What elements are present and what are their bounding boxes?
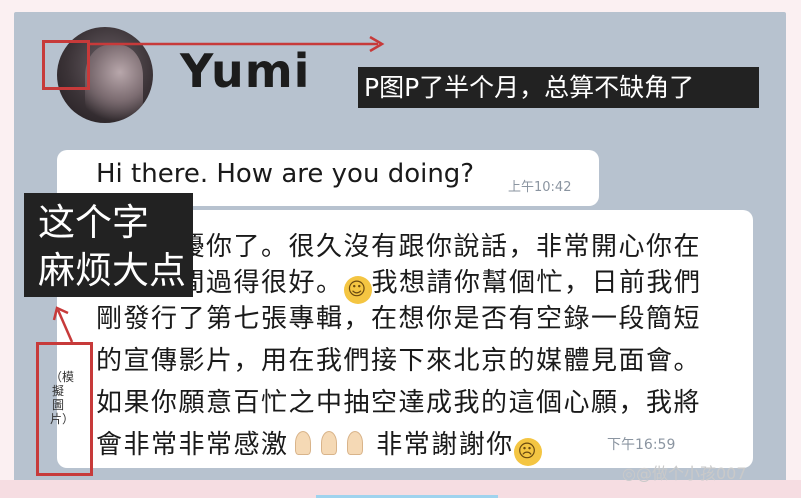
annotation-arrow-left	[52, 306, 74, 343]
message-line: 的宣傳影片，用在我們接下來北京的媒體見面會。	[96, 346, 702, 376]
message-text-1: Hi there. How are you doing?	[96, 159, 475, 189]
message-line: 如果你願意百忙之中抽空達成我的這個心願，我將	[96, 388, 702, 418]
caption-left-line-2: 麻烦大点	[38, 249, 186, 292]
praying-hands-emoji-icon	[289, 429, 315, 457]
message-time-2: 下午16:59	[607, 437, 676, 453]
message-line: 會非常非常感激 非常謝謝你 ☹	[96, 424, 542, 466]
caption-top: P图P了半个月，总算不缺角了	[358, 67, 759, 108]
praying-hands-emoji-icon	[315, 429, 341, 457]
annotation-arrow-top	[90, 36, 385, 53]
message-line-part: 非常謝謝你	[376, 430, 514, 460]
watermark: ◎@做个小孩007	[622, 460, 747, 484]
crying-emoji-icon: ☹	[513, 438, 542, 466]
message-line-part: 會非常非常感激	[96, 430, 289, 460]
watermark-text: @做个小孩007	[635, 464, 747, 483]
message-line: 剛發行了第七張專輯，在想你是否有空錄一段簡短	[96, 304, 702, 334]
annotation-box-avatar	[42, 40, 90, 90]
praying-hands-emoji-icon	[341, 429, 367, 457]
message-time-1: 上午10:42	[508, 180, 572, 195]
weibo-icon: ◎	[622, 464, 636, 483]
side-label: （模擬圖片）	[50, 370, 75, 426]
caption-left-line-1: 这个字	[38, 201, 149, 244]
caption-left: 这个字 麻烦大点	[24, 193, 193, 297]
message-line-part: 我想請你幫個忙，日前我們	[371, 268, 702, 298]
